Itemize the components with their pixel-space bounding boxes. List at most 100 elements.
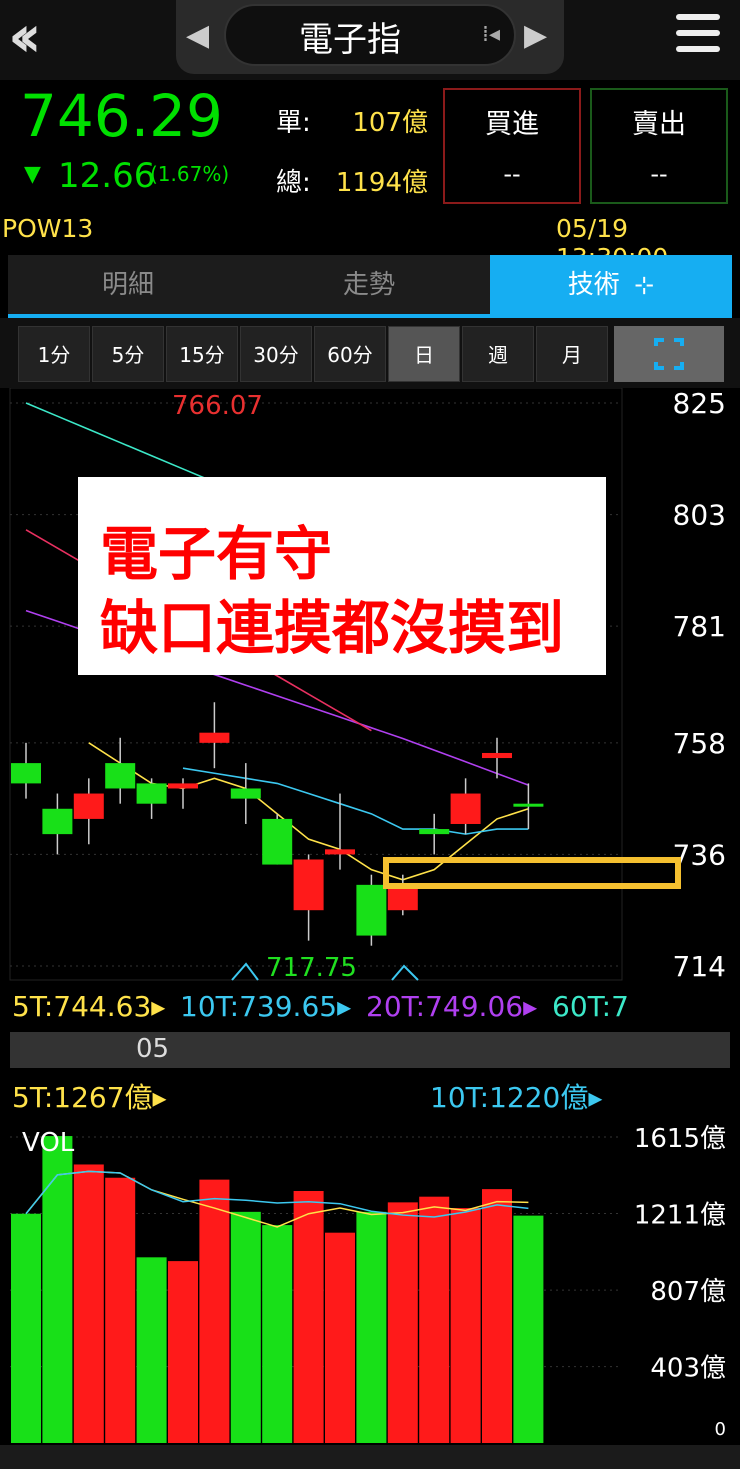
volume-tick-label: 1211億 [634, 1201, 726, 1231]
switch-icon[interactable]: ⁞◂ [482, 22, 510, 52]
vol-ma10-legend-name: 10T [430, 1081, 480, 1114]
single-volume-label: 單: [276, 108, 311, 138]
vol-ma5-legend-name: 5T [12, 1081, 44, 1114]
candle-body [11, 763, 41, 784]
volume-bar [513, 1215, 544, 1443]
candle-body [199, 732, 230, 743]
volume-bar [450, 1208, 481, 1443]
candle-body [482, 752, 512, 759]
high-price-label: 766.07 [172, 391, 263, 421]
annotation-line-2: 缺口連摸都沒摸到 [100, 594, 565, 662]
vol-ma10-legend-value: 1220億 [489, 1081, 589, 1114]
sell-label: 賣出 [632, 109, 686, 140]
period-1min[interactable]: 1分 [18, 326, 90, 382]
date-axis [10, 1032, 730, 1068]
price-tick-label: 803 [673, 499, 726, 532]
volume-chart: 1615億 1211億 807億 403億 0 VOL [10, 1115, 726, 1445]
buy-label: 買進 [485, 109, 539, 140]
volume-tick-label: 403億 [650, 1354, 726, 1384]
price-tick-label: 714 [673, 950, 726, 983]
ma5-legend-value: 744.63 [53, 990, 152, 1023]
sell-value: -- [650, 160, 668, 188]
tab-technical-label: 技術 [567, 270, 620, 300]
last-price: 746.29 [20, 82, 223, 150]
single-volume-value: 107億 [352, 108, 428, 138]
candle-body [105, 763, 136, 789]
candle-body [450, 793, 481, 824]
buy-value: -- [503, 160, 521, 188]
volume-bar [168, 1261, 198, 1443]
volume-bar [293, 1191, 324, 1443]
ma60-legend-value: 7 [611, 990, 629, 1023]
price-tick-label: 758 [673, 727, 726, 760]
tab-details[interactable]: 明細 [8, 255, 248, 315]
ma10-legend-value: 739.65 [239, 990, 338, 1023]
vol-ma5-legend-value: 1267億 [53, 1081, 153, 1114]
volume-bar [136, 1257, 167, 1443]
candle-body [356, 884, 387, 936]
buy-button[interactable]: 買進 -- [443, 88, 581, 204]
candle-body [293, 859, 324, 911]
candle-body [230, 788, 261, 799]
candle-body [325, 849, 355, 855]
ma10-legend: 10T:739.65▸ [180, 990, 352, 1023]
vol-ma5-legend: 5T:1267億▸ [12, 1081, 167, 1114]
annotation-box: 電子有守 缺口連摸都沒摸到 [78, 477, 606, 675]
candle-body [136, 783, 167, 804]
vol-ma10-legend: 10T:1220億▸ [430, 1081, 603, 1114]
collapse-icon: ⊹ [634, 271, 655, 299]
ma5-legend: 5T:744.63▸ [12, 990, 166, 1023]
volume-legend: 5T:1267億▸ 10T:1220億▸ [0, 1074, 740, 1114]
volume-bar [482, 1189, 512, 1443]
volume-bar [11, 1213, 41, 1443]
low-price-label: 717.75 [266, 953, 357, 983]
candle-body [168, 783, 198, 789]
total-volume-label: 總: [276, 168, 311, 198]
period-week[interactable]: 週 [462, 326, 534, 382]
ma20-legend-name: 20T [366, 990, 416, 1023]
ma20-legend: 20T:749.06▸ [366, 990, 538, 1023]
volume-bar [262, 1225, 293, 1443]
volume-bar [356, 1211, 387, 1443]
fullscreen-button[interactable] [614, 326, 724, 382]
volume-bar [230, 1211, 261, 1443]
period-day[interactable]: 日 [388, 326, 460, 382]
volume-bar [105, 1177, 136, 1443]
ma5-legend-name: 5T [12, 990, 44, 1023]
price-tick-label: 781 [673, 610, 726, 643]
candle-body [73, 793, 104, 819]
volume-bar [387, 1202, 418, 1443]
sell-button[interactable]: 賣出 -- [590, 88, 728, 204]
volume-bar [42, 1136, 73, 1443]
price-change: 12.66 [58, 156, 156, 196]
candle-body [419, 829, 450, 835]
tab-trend[interactable]: 走勢 [248, 255, 490, 315]
back-icon[interactable]: ‹‹ [8, 7, 72, 68]
bottom-nav [0, 1445, 740, 1469]
fullscreen-icon [654, 338, 684, 370]
ma20-legend-value: 749.06 [425, 990, 524, 1023]
price-change-percent: (1.67%) [150, 162, 230, 186]
period-5min[interactable]: 5分 [92, 326, 164, 382]
volume-bar [73, 1164, 104, 1443]
tab-technical[interactable]: 技術 ⊹ [490, 255, 732, 315]
period-60min[interactable]: 60分 [314, 326, 386, 382]
page-title: 電子指 [299, 20, 401, 60]
volume-bar [199, 1179, 230, 1443]
period-month[interactable]: 月 [536, 326, 608, 382]
next-arrow-icon[interactable]: ▶ [524, 18, 554, 54]
volume-bar [325, 1232, 355, 1443]
candle-body [42, 808, 73, 835]
ma60-legend: 60T:7 [552, 990, 629, 1023]
period-15min[interactable]: 15分 [166, 326, 238, 382]
candle-body [262, 818, 293, 865]
candle-body [513, 803, 544, 807]
annotation-line-1: 電子有守 [100, 520, 333, 588]
ma10-legend-name: 10T [180, 990, 230, 1023]
price-tick-label: 825 [673, 388, 726, 420]
period-30min[interactable]: 30分 [240, 326, 312, 382]
prev-arrow-icon[interactable]: ◀ [186, 18, 216, 54]
volume-title: VOL [22, 1128, 75, 1158]
hamburger-icon[interactable] [676, 14, 722, 60]
symbol-code: POW13 [2, 214, 94, 243]
